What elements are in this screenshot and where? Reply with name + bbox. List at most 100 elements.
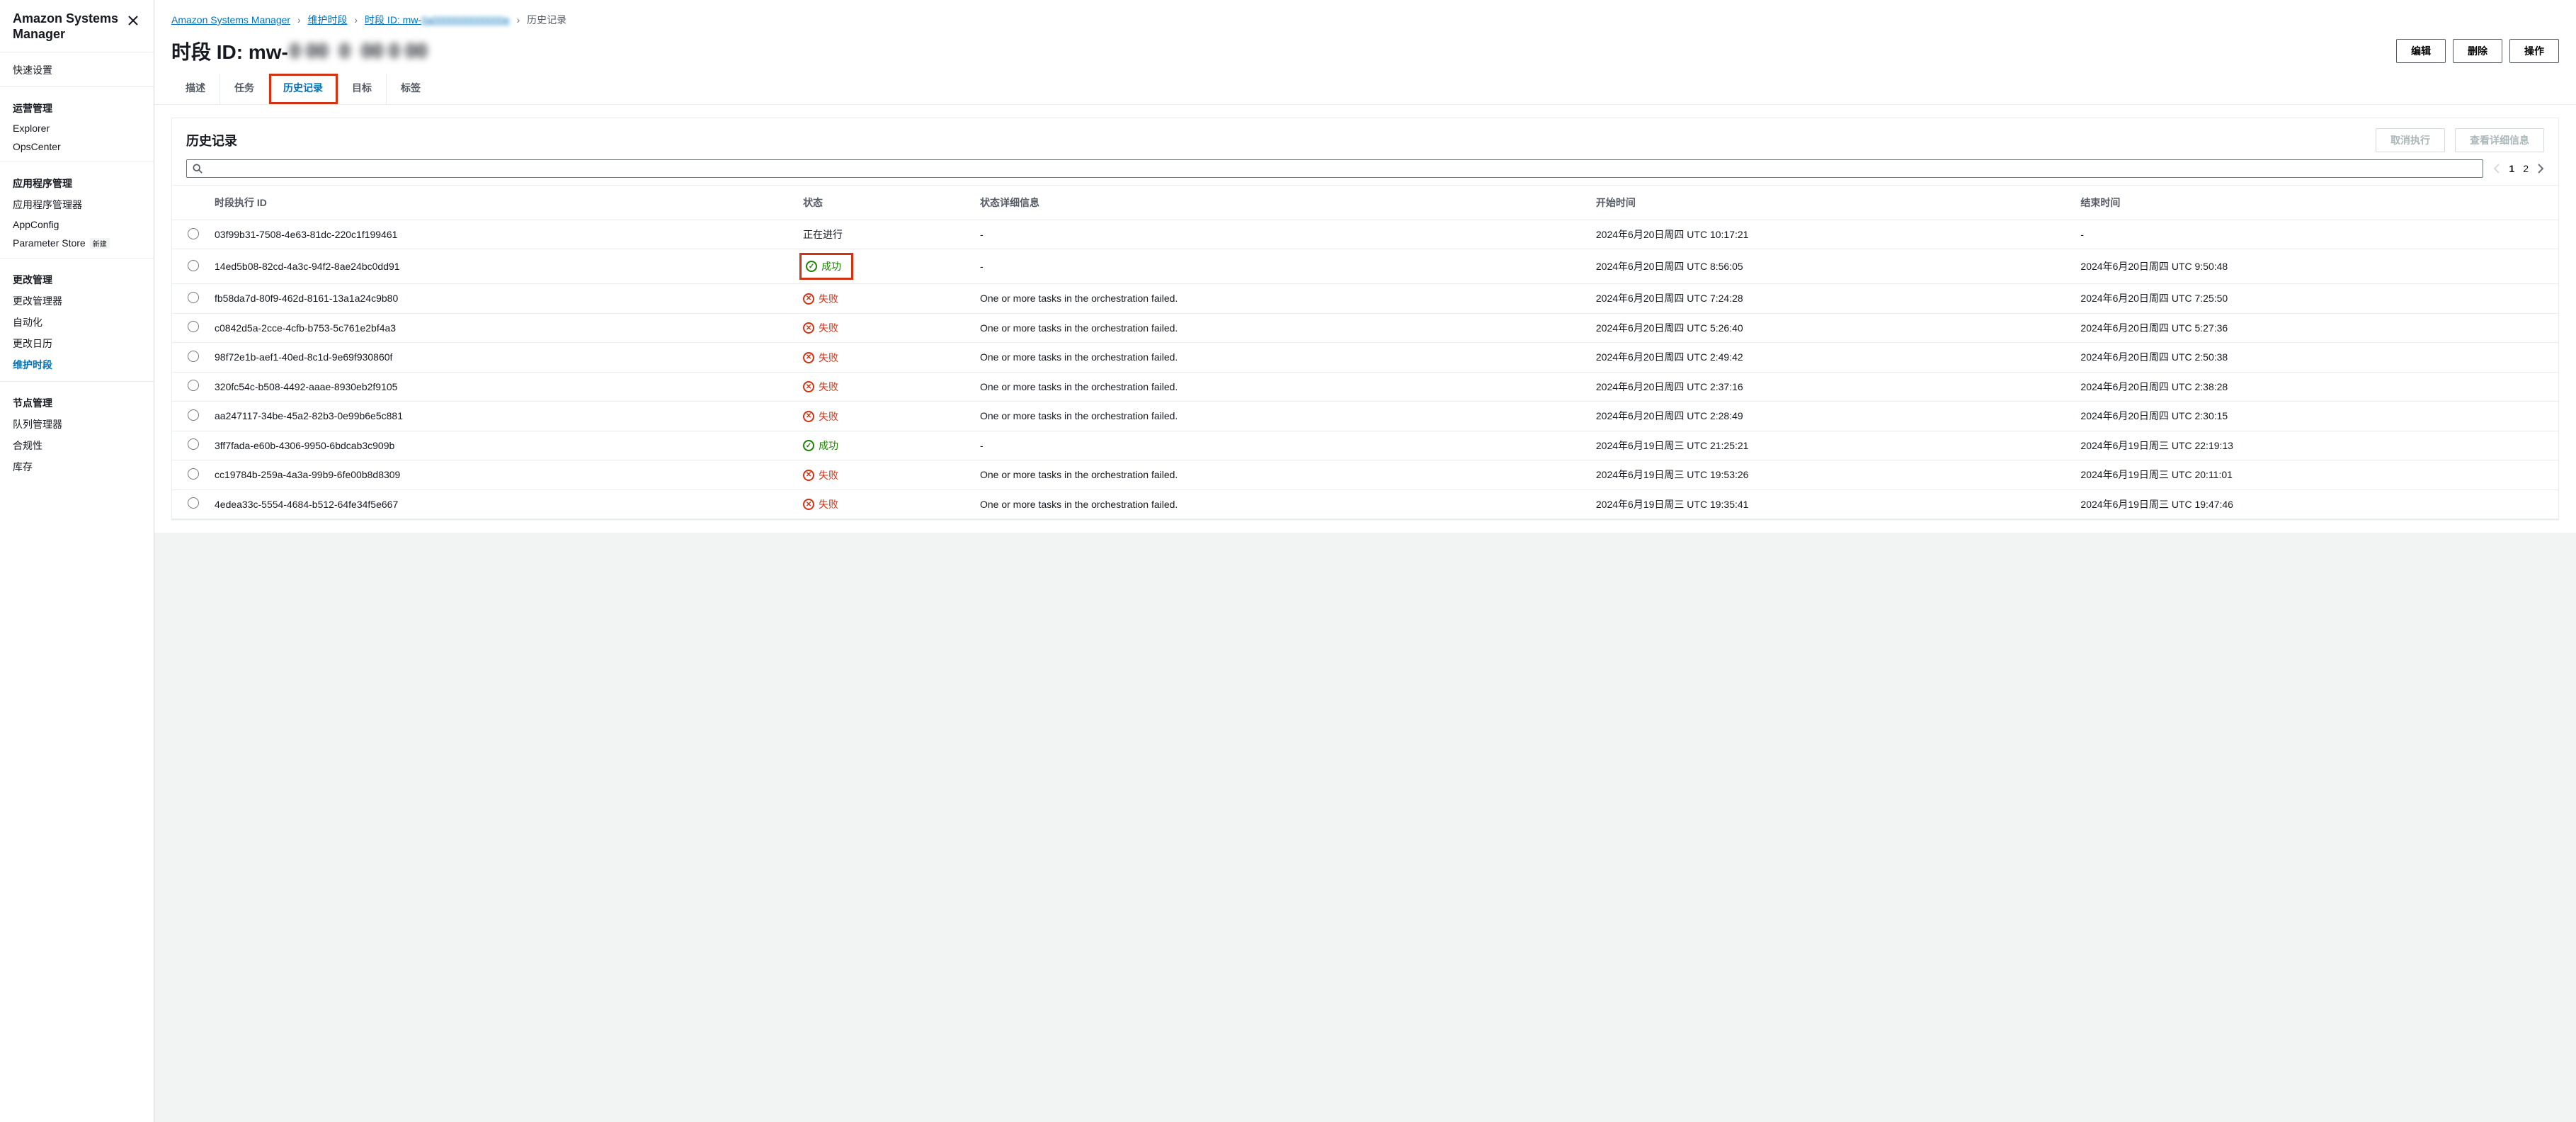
search-input-wrap[interactable] (186, 159, 2483, 178)
table-row[interactable]: 320fc54c-b508-4492-aaae-8930eb2f9105✕失败O… (172, 372, 2558, 402)
sidebar-item-maintenance-window[interactable]: 维护时段 (0, 354, 154, 375)
cell-detail: One or more tasks in the orchestration f… (973, 402, 1589, 431)
breadcrumb-l2[interactable]: 时段 ID: mw-0a0000000000000e (365, 14, 510, 26)
cell-end: 2024年6月20日周四 UTC 2:38:28 (2073, 372, 2558, 402)
history-table: 时段执行 ID 状态 状态详细信息 开始时间 结束时间 03f99b31-750… (172, 185, 2558, 519)
cell-end: 2024年6月20日周四 UTC 5:27:36 (2073, 313, 2558, 343)
new-badge: 新建 (90, 238, 110, 249)
delete-button[interactable]: 删除 (2453, 39, 2502, 63)
cell-id: 3ff7fada-e60b-4306-9950-6bdcab3c909b (207, 431, 796, 460)
cell-status: ✕失败 (796, 343, 973, 373)
cell-id: 03f99b31-7508-4e63-81dc-220c1f199461 (207, 220, 796, 249)
sidebar-item-fleet-manager[interactable]: 队列管理器 (0, 414, 154, 435)
cell-detail: One or more tasks in the orchestration f… (973, 313, 1589, 343)
status-fail: ✕失败 (803, 380, 838, 394)
row-radio[interactable] (188, 468, 199, 480)
sidebar-group-ops: 运营管理 (0, 94, 154, 119)
page-1[interactable]: 1 (2509, 163, 2514, 174)
sidebar-item-opscenter[interactable]: OpsCenter (0, 137, 154, 156)
cell-status: 正在进行 (796, 220, 973, 249)
sidebar-item-appconfig[interactable]: AppConfig (0, 215, 154, 234)
tab-tasks[interactable]: 任务 (220, 74, 269, 104)
x-circle-icon: ✕ (803, 411, 814, 422)
breadcrumb-l1[interactable]: 维护时段 (308, 14, 348, 26)
page-prev-icon[interactable] (2493, 163, 2500, 174)
x-circle-icon: ✕ (803, 470, 814, 481)
tab-targets[interactable]: 目标 (338, 74, 387, 104)
sidebar-item-automation[interactable]: 自动化 (0, 312, 154, 333)
sidebar-group-node: 节点管理 (0, 389, 154, 414)
table-row[interactable]: fb58da7d-80f9-462d-8161-13a1a24c9b80✕失败O… (172, 284, 2558, 314)
row-radio[interactable] (188, 260, 199, 271)
x-circle-icon: ✕ (803, 322, 814, 334)
row-radio[interactable] (188, 228, 199, 239)
cell-detail: - (973, 220, 1589, 249)
status-fail: ✕失败 (803, 409, 838, 424)
sidebar-item-explorer[interactable]: Explorer (0, 119, 154, 137)
actions-button[interactable]: 操作 (2509, 39, 2559, 63)
col-start: 开始时间 (1589, 186, 2074, 220)
cell-detail: One or more tasks in the orchestration f… (973, 460, 1589, 490)
edit-button[interactable]: 编辑 (2396, 39, 2446, 63)
tabs: 描述 任务 历史记录 目标 标签 (154, 74, 2576, 105)
row-radio[interactable] (188, 409, 199, 421)
page-2[interactable]: 2 (2523, 163, 2529, 174)
table-row[interactable]: 3ff7fada-e60b-4306-9950-6bdcab3c909b✓成功-… (172, 431, 2558, 460)
cell-detail: - (973, 249, 1589, 284)
cell-id: 98f72e1b-aef1-40ed-8c1d-9e69f930860f (207, 343, 796, 373)
cell-status: ✕失败 (796, 313, 973, 343)
cell-start: 2024年6月19日周三 UTC 21:25:21 (1589, 431, 2074, 460)
cell-start: 2024年6月19日周三 UTC 19:53:26 (1589, 460, 2074, 490)
check-circle-icon: ✓ (806, 261, 817, 272)
status-fail: ✕失败 (803, 292, 838, 306)
row-radio[interactable] (188, 438, 199, 450)
tab-history[interactable]: 历史记录 (269, 74, 338, 104)
table-row[interactable]: cc19784b-259a-4a3a-99b9-6fe00b8d8309✕失败O… (172, 460, 2558, 490)
sidebar-item-change-manager[interactable]: 更改管理器 (0, 290, 154, 312)
sidebar-item-inventory[interactable]: 库存 (0, 456, 154, 477)
tab-description[interactable]: 描述 (171, 74, 220, 104)
cell-detail: - (973, 431, 1589, 460)
view-details-button[interactable]: 查看详细信息 (2455, 128, 2544, 152)
status-fail: ✕失败 (803, 468, 838, 482)
cell-id: c0842d5a-2cce-4cfb-b753-5c761e2bf4a3 (207, 313, 796, 343)
page-next-icon[interactable] (2537, 163, 2544, 174)
table-row[interactable]: aa247117-34be-45a2-82b3-0e99b6e5c881✕失败O… (172, 402, 2558, 431)
cell-start: 2024年6月20日周四 UTC 2:49:42 (1589, 343, 2074, 373)
cancel-execution-button[interactable]: 取消执行 (2376, 128, 2445, 152)
table-row[interactable]: 98f72e1b-aef1-40ed-8c1d-9e69f930860f✕失败O… (172, 343, 2558, 373)
status-fail: ✕失败 (803, 321, 838, 335)
status-success: ✓成功 (803, 256, 850, 276)
sidebar-item-app-manager[interactable]: 应用程序管理器 (0, 194, 154, 215)
cell-end: 2024年6月19日周三 UTC 20:11:01 (2073, 460, 2558, 490)
tab-tags[interactable]: 标签 (387, 74, 435, 104)
row-radio[interactable] (188, 380, 199, 391)
chevron-right-icon: › (517, 14, 520, 26)
table-row[interactable]: 03f99b31-7508-4e63-81dc-220c1f199461 正在进行… (172, 220, 2558, 249)
table-row[interactable]: c0842d5a-2cce-4cfb-b753-5c761e2bf4a3 ✕失败 O… (172, 313, 2558, 343)
close-nav-icon[interactable] (125, 13, 141, 28)
status-in-progress: 正在进行 (803, 227, 843, 242)
cell-end: 2024年6月19日周三 UTC 22:19:13 (2073, 431, 2558, 460)
sidebar-item-parameter-store[interactable]: Parameter Store 新建 (0, 234, 154, 252)
sidebar-item-quick-setup[interactable]: 快速设置 (0, 60, 154, 81)
status-fail: ✕失败 (803, 351, 838, 365)
table-row[interactable]: 4edea33c-5554-4684-b512-64fe34f5e667✕失败O… (172, 489, 2558, 519)
breadcrumb-root[interactable]: Amazon Systems Manager (171, 14, 290, 26)
sidebar-group-app: 应用程序管理 (0, 169, 154, 194)
cell-start: 2024年6月20日周四 UTC 8:56:05 (1589, 249, 2074, 284)
card-title: 历史记录 (186, 131, 2376, 149)
row-radio[interactable] (188, 497, 199, 509)
cell-end: 2024年6月20日周四 UTC 2:50:38 (2073, 343, 2558, 373)
row-radio[interactable] (188, 321, 199, 332)
row-radio[interactable] (188, 292, 199, 303)
cell-start: 2024年6月20日周四 UTC 10:17:21 (1589, 220, 2074, 249)
sidebar-item-compliance[interactable]: 合规性 (0, 435, 154, 456)
sidebar-item-change-calendar[interactable]: 更改日历 (0, 333, 154, 354)
cell-end: - (2073, 220, 2558, 249)
search-input[interactable] (203, 163, 2477, 174)
table-row[interactable]: 14ed5b08-82cd-4a3c-94f2-8ae24bc0dd91✓成功-… (172, 249, 2558, 284)
col-status: 状态 (796, 186, 973, 220)
status-fail: ✕失败 (803, 497, 838, 511)
row-radio[interactable] (188, 351, 199, 362)
